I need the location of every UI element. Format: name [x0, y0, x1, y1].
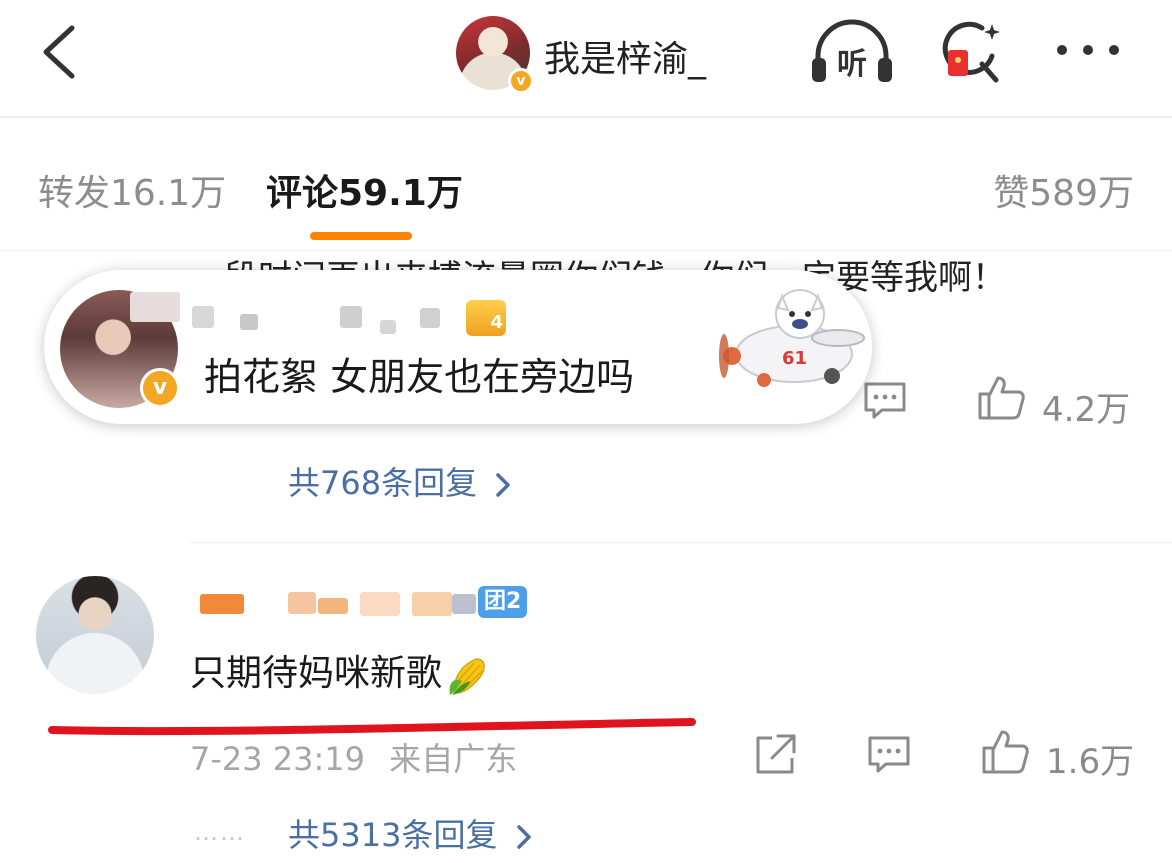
- like-count: 1.6万: [1046, 742, 1135, 782]
- tab-like[interactable]: 赞589万: [993, 164, 1134, 216]
- divider: [190, 542, 1172, 543]
- blurred-username: [452, 594, 476, 614]
- like-count: 4.2万: [1042, 390, 1131, 430]
- comment-text: 只期待妈咪新歌: [190, 644, 490, 697]
- sticker-number: 61: [782, 348, 807, 369]
- listen-label: 听: [837, 47, 867, 82]
- chevron-right-icon: [496, 473, 511, 497]
- bubble-comment-text: 拍花絮 女朋友也在旁边吗: [204, 355, 635, 399]
- account-avatar[interactable]: v: [456, 16, 534, 94]
- blurred-username: [318, 598, 348, 614]
- view-replies-link[interactable]: 共768条回复: [288, 458, 511, 504]
- blurred-username: [412, 592, 452, 616]
- blurred-username: [420, 308, 440, 328]
- account-name[interactable]: 我是梓渝_: [544, 30, 706, 82]
- blurred-username: [192, 306, 214, 328]
- commenter-avatar[interactable]: [36, 576, 154, 694]
- weibo-comment-page: v 我是梓渝_ 听 转发16.1万 评论59.1万 赞589万 一段时间: [0, 0, 1172, 863]
- blurred-username: [380, 320, 396, 334]
- blurred-username: [130, 292, 180, 322]
- share-icon[interactable]: [752, 732, 798, 776]
- location: 来自广东: [389, 740, 518, 778]
- comment-body: 只期待妈咪新歌: [190, 653, 443, 694]
- corn-emoji-icon: [449, 658, 485, 695]
- verified-badge-icon: v: [140, 368, 180, 408]
- plane-sticker-icon: 61: [719, 289, 865, 387]
- red-packet-search-icon[interactable]: [936, 18, 1008, 86]
- blurred-username: [288, 592, 316, 614]
- chevron-right-icon: [516, 825, 531, 849]
- tab-comment[interactable]: 评论59.1万: [266, 164, 463, 216]
- top-bar: v 我是梓渝_ 听: [0, 0, 1172, 112]
- replies-count: 共5313条回复: [288, 816, 498, 854]
- level-badge: 4: [466, 300, 506, 336]
- blurred-username: [200, 594, 244, 614]
- comment-meta: 7-23 23:19 来自广东: [190, 734, 517, 780]
- view-replies-link[interactable]: 共5313条回复: [288, 810, 532, 856]
- tab-bar: 转发16.1万 评论59.1万 赞589万: [0, 118, 1172, 250]
- more-icon[interactable]: [1052, 38, 1124, 62]
- danmaku-bubble[interactable]: v 4 拍花絮 女朋友也在旁边吗 61: [44, 270, 872, 424]
- verified-badge-icon: v: [508, 68, 534, 94]
- fan-group-badge: 团2: [478, 586, 528, 618]
- blurred-username: [360, 592, 400, 616]
- comment-icon[interactable]: [862, 380, 908, 420]
- thumbs-up-icon[interactable]: [980, 728, 1030, 776]
- active-tab-indicator: [310, 232, 412, 240]
- blurred-username: [240, 314, 258, 330]
- listen-icon[interactable]: 听: [808, 18, 896, 86]
- timestamp: 7-23 23:19: [190, 740, 366, 778]
- back-arrow-icon[interactable]: [36, 22, 88, 82]
- thumbs-up-icon[interactable]: [976, 374, 1026, 422]
- blurred-username: [340, 306, 362, 328]
- reply-dots: ……: [194, 818, 246, 846]
- replies-count: 共768条回复: [288, 464, 478, 502]
- comment-icon[interactable]: [866, 734, 912, 774]
- tab-repost[interactable]: 转发16.1万: [38, 164, 226, 216]
